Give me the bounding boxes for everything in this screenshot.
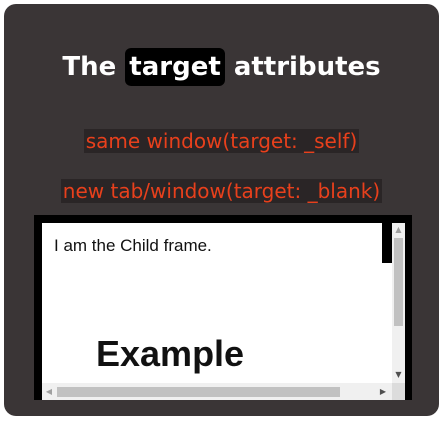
frame-strip (382, 223, 392, 263)
iframe-border: I am the Child frame. Example ▲ ▼ ◀ ▶ (34, 215, 412, 400)
vertical-scroll-thumb[interactable] (394, 238, 403, 326)
horizontal-scroll-thumb[interactable] (57, 387, 340, 397)
title-highlight: target (125, 48, 225, 86)
child-iframe[interactable]: I am the Child frame. Example ▲ ▼ ◀ ▶ (42, 223, 405, 400)
vertical-scrollbar[interactable]: ▲ ▼ (392, 223, 405, 383)
link-new-tab[interactable]: new tab/window(target: _blank) (4, 178, 439, 204)
example-heading: Example (96, 333, 245, 374)
title-prefix: The (62, 52, 126, 82)
scrollbar-corner (392, 383, 405, 400)
page-title: The target attributes (4, 48, 439, 86)
title-suffix: attributes (224, 52, 381, 82)
horizontal-scrollbar[interactable]: ◀ ▶ (42, 383, 392, 400)
link-new-tab-label[interactable]: new tab/window(target: _blank) (60, 179, 383, 203)
link-same-window[interactable]: same window(target: _self) (4, 128, 439, 154)
scroll-left-icon[interactable]: ◀ (42, 383, 56, 400)
child-frame-text: I am the Child frame. (54, 236, 212, 255)
link-same-window-label[interactable]: same window(target: _self) (83, 129, 360, 153)
scroll-up-icon[interactable]: ▲ (392, 223, 405, 237)
scroll-down-icon[interactable]: ▼ (392, 368, 405, 382)
scroll-right-icon[interactable]: ▶ (376, 383, 390, 400)
main-card: The target attributes same window(target… (4, 4, 439, 416)
